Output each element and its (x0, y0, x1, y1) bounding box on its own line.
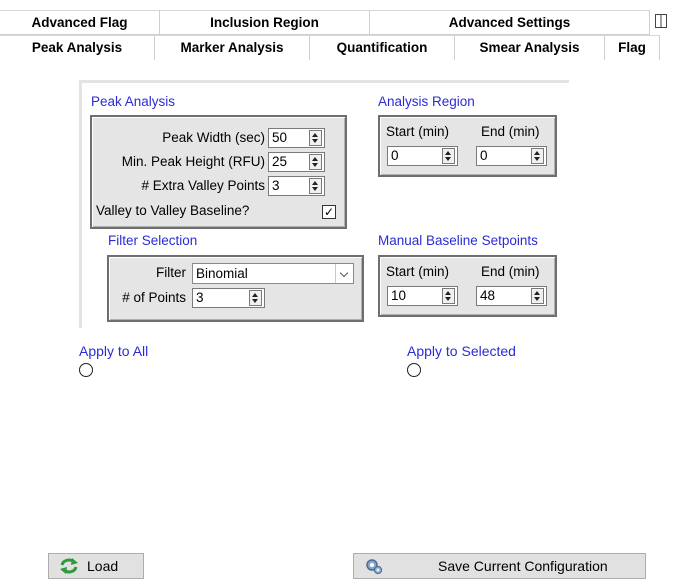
tab-peak-analysis[interactable]: Peak Analysis (0, 35, 155, 60)
analysis-end-spinner[interactable]: 0 (476, 146, 547, 166)
spinner-arrows-icon[interactable] (309, 154, 322, 170)
tab-inclusion-region[interactable]: Inclusion Region (160, 10, 370, 35)
min-peak-height-label: Min. Peak Height (RFU) (121, 154, 265, 169)
tab-row-front: Peak Analysis Marker Analysis Quantifica… (0, 35, 660, 60)
apply-to-selected-link[interactable]: Apply to Selected (407, 343, 516, 359)
analysis-end-value[interactable]: 0 (477, 147, 531, 165)
baseline-start-value[interactable]: 10 (388, 287, 442, 305)
load-button-label: Load (87, 558, 119, 574)
tab-advanced-settings[interactable]: Advanced Settings (370, 10, 650, 35)
min-peak-height-spinner[interactable]: 25 (268, 152, 325, 172)
extra-valley-value[interactable]: 3 (269, 177, 309, 195)
gear-settings-icon (364, 557, 384, 575)
apply-to-selected-radio[interactable] (407, 363, 421, 377)
manual-baseline-group: Start (min) End (min) 10 48 (378, 255, 557, 317)
min-peak-height-value[interactable]: 25 (269, 153, 309, 171)
tab-flag[interactable]: Flag (605, 35, 660, 60)
spinner-arrows-icon[interactable] (309, 178, 322, 194)
extra-valley-spinner[interactable]: 3 (268, 176, 325, 196)
load-button[interactable]: Load (48, 553, 144, 579)
baseline-end-label: End (min) (481, 264, 540, 279)
points-label: # of Points (122, 290, 186, 305)
manual-baseline-title: Manual Baseline Setpoints (378, 233, 538, 248)
tab-quantification[interactable]: Quantification (310, 35, 455, 60)
save-configuration-label: Save Current Configuration (438, 558, 608, 574)
valley-baseline-label: Valley to Valley Baseline? (96, 203, 250, 218)
spinner-arrows-icon[interactable] (249, 290, 262, 306)
spinner-arrows-icon[interactable] (442, 148, 455, 164)
filter-select-value[interactable]: Binomial (193, 266, 335, 281)
chevron-down-icon[interactable] (335, 264, 353, 283)
filter-selection-group: Filter Binomial # of Points 3 (107, 255, 364, 322)
analysis-region-group: Start (min) End (min) 0 0 (378, 115, 557, 177)
spinner-arrows-icon[interactable] (309, 130, 322, 146)
points-value[interactable]: 3 (193, 289, 249, 307)
spinner-arrows-icon[interactable] (531, 148, 544, 164)
apply-to-all-link[interactable]: Apply to All (79, 343, 148, 359)
baseline-end-value[interactable]: 48 (477, 287, 531, 305)
refresh-arrows-icon (59, 557, 79, 575)
extra-valley-label: # Extra Valley Points (141, 178, 265, 193)
analysis-start-value[interactable]: 0 (388, 147, 442, 165)
analysis-region-title: Analysis Region (378, 94, 475, 109)
baseline-start-label: Start (min) (386, 264, 450, 279)
peak-width-label: Peak Width (sec) (162, 130, 265, 145)
tab-smear-analysis[interactable]: Smear Analysis (455, 35, 605, 60)
apply-to-all-radio[interactable] (79, 363, 93, 377)
baseline-end-spinner[interactable]: 48 (476, 286, 547, 306)
peak-analysis-title: Peak Analysis (91, 94, 176, 109)
filter-select[interactable]: Binomial (192, 263, 354, 284)
analysis-start-label: Start (min) (386, 124, 450, 139)
column-layout-icon[interactable] (655, 14, 667, 28)
tab-advanced-flag[interactable]: Advanced Flag (0, 10, 160, 35)
points-spinner[interactable]: 3 (192, 288, 265, 308)
peak-width-spinner[interactable]: 50 (268, 128, 325, 148)
tab-row-back: Advanced Flag Inclusion Region Advanced … (0, 10, 650, 35)
analysis-start-spinner[interactable]: 0 (387, 146, 458, 166)
peak-analysis-group: Peak Width (sec) 50 Min. Peak Height (RF… (90, 115, 347, 229)
tab-marker-analysis[interactable]: Marker Analysis (155, 35, 310, 60)
peak-width-value[interactable]: 50 (269, 129, 309, 147)
analysis-end-label: End (min) (481, 124, 540, 139)
spinner-arrows-icon[interactable] (531, 288, 544, 304)
save-configuration-button[interactable]: Save Current Configuration (353, 553, 646, 579)
baseline-start-spinner[interactable]: 10 (387, 286, 458, 306)
spinner-arrows-icon[interactable] (442, 288, 455, 304)
filter-label: Filter (156, 265, 186, 280)
valley-baseline-checkbox[interactable]: ✓ (322, 205, 336, 219)
filter-selection-title: Filter Selection (108, 233, 198, 248)
